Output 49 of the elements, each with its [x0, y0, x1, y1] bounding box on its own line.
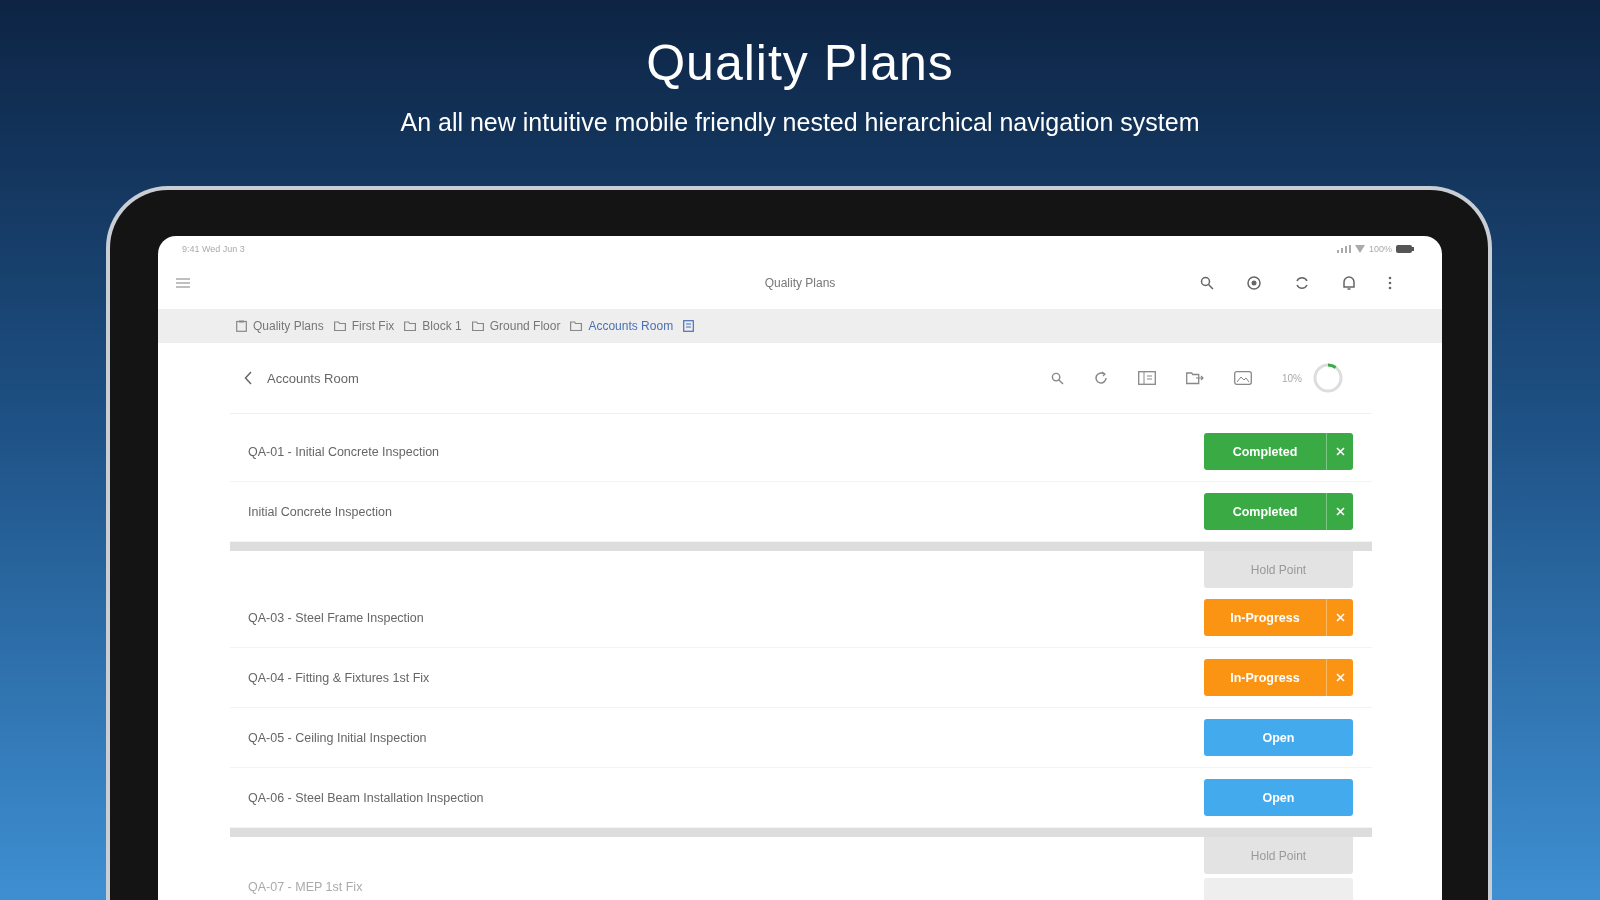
sync-icon[interactable] — [1294, 275, 1310, 291]
menu-icon[interactable] — [176, 278, 190, 288]
app-title: Quality Plans — [764, 276, 836, 290]
breadcrumb-link[interactable]: Quality Plans — [253, 319, 324, 333]
section-title: Accounts Room — [267, 370, 359, 386]
folder-icon — [333, 321, 346, 331]
back-icon[interactable] — [244, 371, 253, 385]
folder-icon — [570, 321, 583, 331]
bell-icon[interactable] — [1342, 275, 1356, 291]
status-button[interactable]: In-Progress — [1204, 659, 1353, 696]
subheadline: An all new intuitive mobile friendly nested hierarchical navigation system — [399, 108, 1201, 137]
wifi-icon — [1354, 245, 1365, 253]
plan-item-title[interactable]: Initial Concrete Inspection — [248, 504, 392, 519]
image-icon[interactable] — [1234, 371, 1252, 385]
plan-item-title[interactable]: QA-07 - MEP 1st Fix — [248, 880, 363, 894]
breadcrumb-link[interactable]: Ground Floor — [489, 319, 561, 333]
plan-item-title[interactable]: QA-01 - Initial Concrete Inspection — [248, 444, 440, 459]
document-icon[interactable] — [683, 320, 695, 332]
plan-item-title[interactable]: QA-04 - Fitting & Fixtures 1st Fix — [248, 670, 430, 685]
breadcrumb-link[interactable]: First Fix — [351, 319, 395, 333]
status-button[interactable]: In-Progress — [1204, 599, 1353, 636]
status-button[interactable]: Open — [1204, 719, 1353, 756]
status-button[interactable]: Completed — [1204, 433, 1353, 470]
plan-item-title[interactable]: QA-03 - Steel Frame Inspection — [248, 610, 424, 625]
folder-icon — [471, 321, 484, 331]
more-icon[interactable] — [1388, 276, 1392, 290]
progress-percent: 10% — [1282, 372, 1302, 384]
plan-item-title[interactable]: QA-05 - Ceiling Initial Inspection — [248, 730, 427, 745]
breadcrumb-link[interactable]: Accounts Room — [588, 319, 674, 333]
hold-point-label: Hold Point — [1204, 837, 1353, 874]
breadcrumb-link[interactable]: Block 1 — [422, 319, 462, 333]
refresh-icon[interactable] — [1094, 371, 1108, 385]
status-time: 9:41 Wed Jun 3 — [182, 244, 245, 254]
target-icon[interactable] — [1246, 275, 1262, 291]
folder-export-icon[interactable] — [1186, 371, 1204, 385]
hold-point-label: Hold Point — [1204, 551, 1353, 588]
status-button[interactable]: Completed — [1204, 493, 1353, 530]
battery-icon — [1396, 245, 1414, 253]
signal-icon — [1336, 245, 1351, 253]
search-icon[interactable] — [1051, 371, 1064, 385]
headline: Quality Plans — [645, 34, 955, 92]
clipboard-icon — [236, 320, 247, 332]
panel-icon[interactable] — [1138, 371, 1156, 385]
search-icon[interactable] — [1200, 276, 1214, 290]
folder-icon — [404, 321, 417, 331]
progress-ring — [1312, 362, 1344, 394]
status-button[interactable]: Open — [1204, 779, 1353, 816]
plan-item-title[interactable]: QA-06 - Steel Beam Installation Inspection — [248, 790, 484, 805]
battery-percent: 100% — [1368, 244, 1392, 254]
